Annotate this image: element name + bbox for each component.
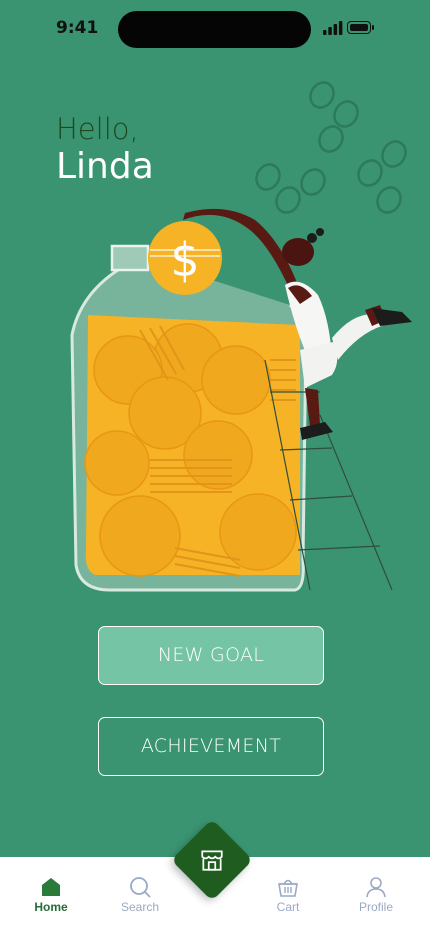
tab-profile[interactable]: Profile <box>336 857 416 932</box>
signal-icon <box>323 21 343 35</box>
tab-search-label: Search <box>120 900 160 914</box>
person-icon <box>366 877 386 898</box>
tab-search[interactable]: Search <box>100 857 180 932</box>
tab-cart-label: Cart <box>276 900 300 914</box>
dollar-symbol: $ <box>170 233 199 287</box>
status-time: 9:41 <box>56 18 99 38</box>
new-goal-button[interactable]: NEW GOAL <box>98 626 324 685</box>
dynamic-island <box>118 11 311 48</box>
tab-home-label: Home <box>34 900 68 914</box>
savings-jar-illustration: $ <box>70 81 412 592</box>
home-icon <box>42 878 60 896</box>
search-icon <box>130 877 151 898</box>
battery-cap <box>372 25 374 30</box>
basket-icon <box>278 879 298 897</box>
store-icon <box>201 850 223 871</box>
floating-coins <box>255 81 407 214</box>
tab-home[interactable]: Home <box>11 857 91 932</box>
home-screen: 9:41 Hello, Linda $ NEW GOAL ACHIEVEMENT… <box>0 0 430 932</box>
tab-profile-label: Profile <box>358 900 393 914</box>
status-bar: 9:41 <box>0 0 430 56</box>
tab-cart[interactable]: Cart <box>248 857 328 932</box>
achievement-button[interactable]: ACHIEVEMENT <box>98 717 324 776</box>
battery-icon <box>347 21 371 34</box>
